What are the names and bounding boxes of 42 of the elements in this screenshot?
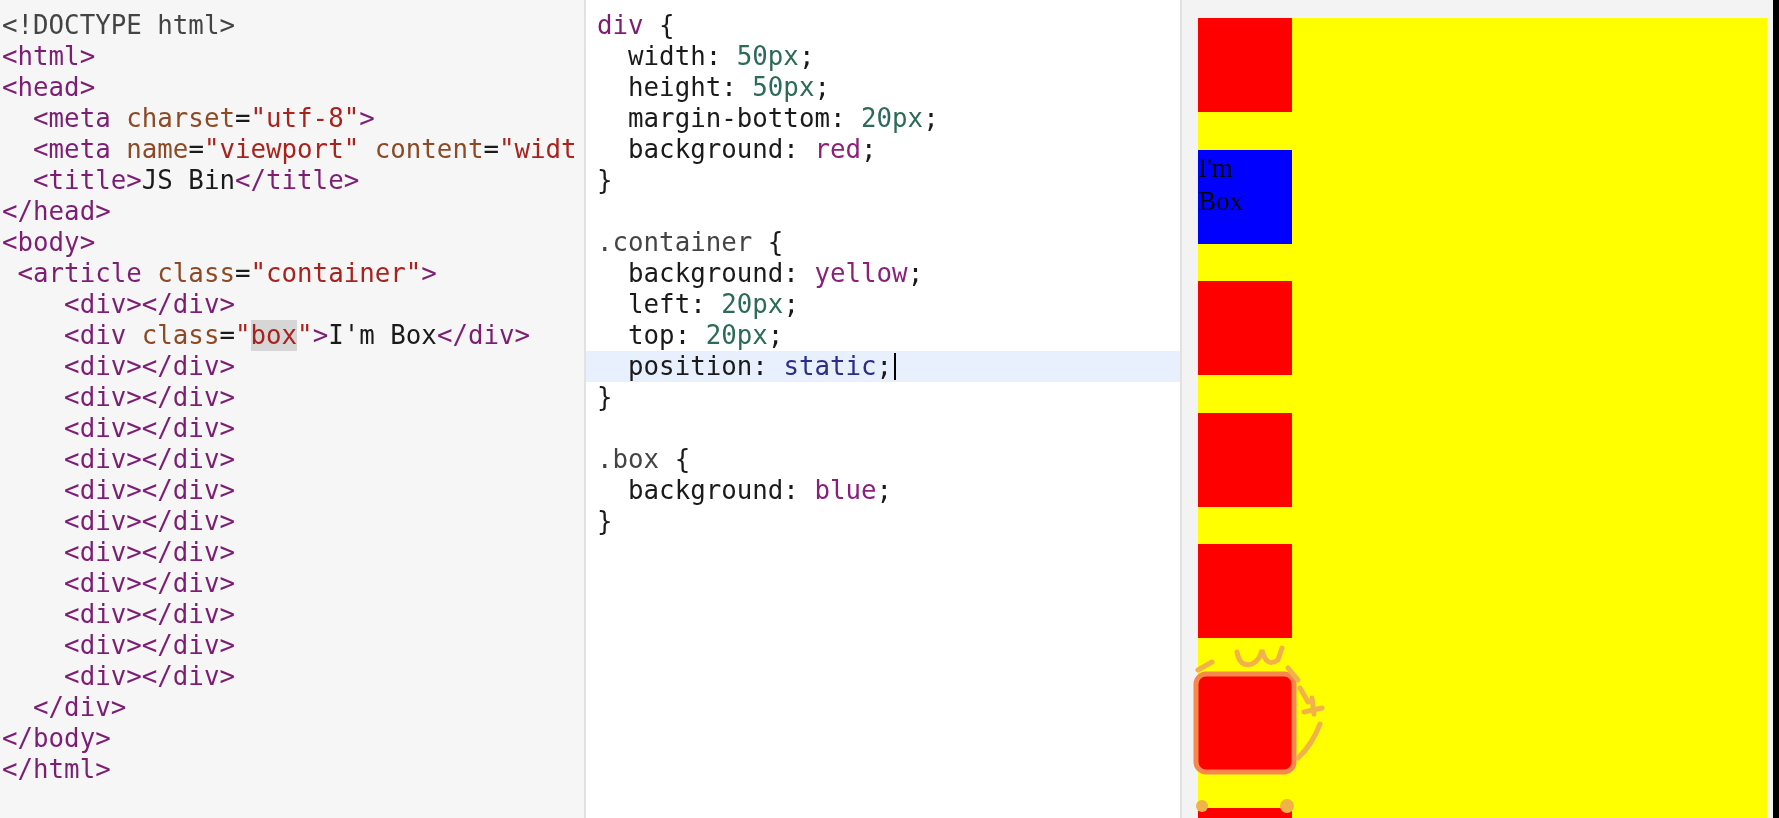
code-line: <!DOCTYPE html>: [2, 10, 236, 41]
code-line: .container {: [597, 227, 784, 258]
code-line: <meta name="viewport" content="widt: [32, 134, 578, 165]
output-box: I'm Box: [1198, 149, 1292, 244]
code-line: background: blue;: [627, 475, 893, 506]
code-line: <div></div>: [63, 444, 236, 475]
code-line: background: red;: [627, 134, 877, 165]
code-line: }: [597, 165, 613, 196]
code-line: </div>: [32, 692, 128, 723]
code-line: <head>: [2, 72, 97, 103]
text-cursor: [894, 353, 897, 380]
code-line: </body>: [2, 723, 112, 754]
code-line: <div></div>: [63, 351, 236, 382]
code-line: <div></div>: [63, 413, 236, 444]
code-line: <html>: [2, 41, 97, 72]
code-line: top: 20px;: [627, 320, 784, 351]
code-line: <div></div>: [63, 630, 236, 661]
code-line: <div></div>: [63, 382, 236, 413]
code-line: <div></div>: [63, 475, 236, 506]
code-line: div {: [597, 10, 675, 41]
code-line: <div></div>: [63, 568, 236, 599]
code-line: <div></div>: [63, 661, 236, 692]
code-line: </head>: [2, 196, 112, 227]
code-line: background: yellow;: [627, 258, 924, 289]
code-line: <div></div>: [63, 537, 236, 568]
code-line: position: static;: [627, 351, 893, 382]
code-line: <article class="container">: [16, 258, 438, 289]
code-line: }: [597, 506, 613, 537]
code-line: <div></div>: [63, 599, 236, 630]
code-line: <div class="box">I'm Box</div>: [63, 320, 532, 351]
code-line: .box {: [597, 444, 691, 475]
code-line: </html>: [2, 754, 112, 785]
code-line: <div></div>: [63, 289, 236, 320]
code-line: height: 50px;: [627, 72, 830, 103]
code-line: <div></div>: [63, 506, 236, 537]
code-line: margin-bottom: 20px;: [627, 103, 939, 134]
code-line: <title>JS Bin</title>: [32, 165, 361, 196]
code-line: }: [597, 382, 613, 413]
code-line: <body>: [2, 227, 97, 258]
code-line: <meta charset="utf-8">: [32, 103, 376, 134]
code-line: left: 20px;: [627, 289, 799, 320]
code-line: width: 50px;: [627, 41, 815, 72]
